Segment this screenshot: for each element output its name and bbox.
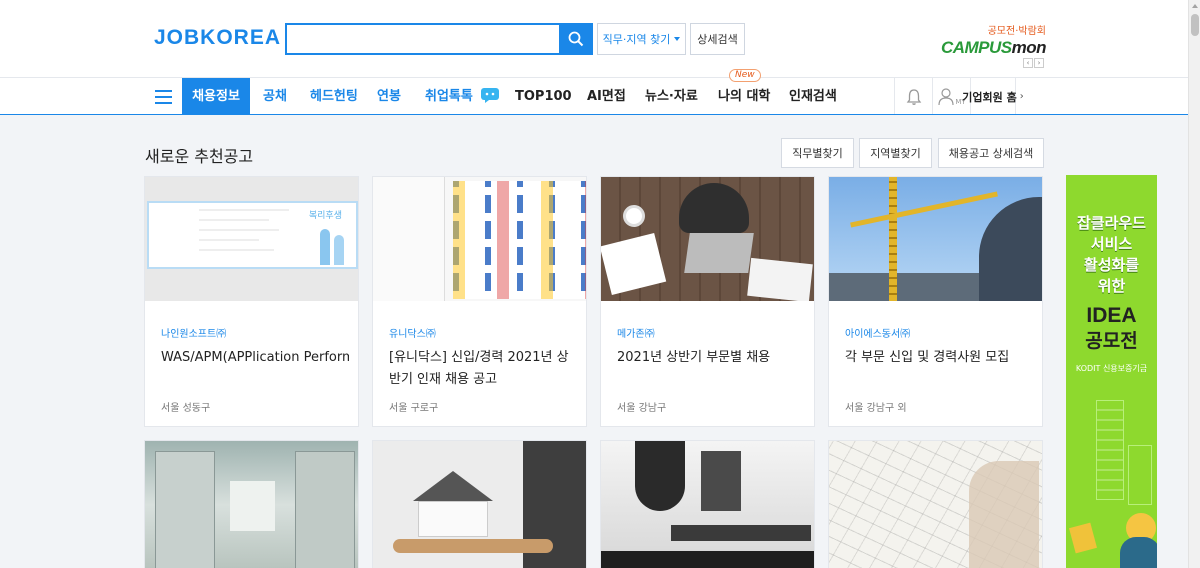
card-thumbnail: [373, 177, 586, 301]
job-card[interactable]: 유니닥스㈜ [유니닥스] 신입/경력 2021년 상반기 인재 채용 공고 서울…: [372, 176, 587, 427]
campus-sub-label: 공모전·박람회: [987, 26, 1046, 37]
company-name: 유니닥스㈜: [389, 329, 436, 340]
card-thumbnail: [145, 441, 358, 568]
section-title: 새로운 추천공고: [145, 147, 254, 166]
card-thumbnail: [829, 441, 1042, 568]
nav-item-top100[interactable]: TOP100: [515, 78, 572, 115]
ad-line: 위한: [1097, 277, 1126, 295]
scroll-up-icon[interactable]: [1192, 4, 1198, 8]
company-name: 아이에스동서㈜: [845, 329, 911, 340]
nav-divider: [0, 114, 1188, 115]
nav-item-talk-label: 취업톡톡: [425, 89, 473, 104]
card-thumbnail: [373, 441, 586, 568]
chevron-down-icon: [674, 37, 681, 41]
nav-item-open-recruit[interactable]: 공채: [263, 78, 287, 115]
job-card[interactable]: [372, 440, 587, 568]
new-badge: New: [729, 69, 761, 82]
detail-recruit-search-button[interactable]: 채용공고 상세검색: [938, 138, 1044, 168]
campusmon-logo: CAMPUSmon: [940, 38, 1047, 58]
bell-icon: [906, 88, 921, 105]
ad-org: KODIT 신용보증기금: [1075, 364, 1148, 373]
thumb-caption: 복리후생: [308, 211, 342, 221]
card-thumbnail: [601, 177, 814, 301]
nav-item-salary[interactable]: 연봉: [377, 78, 401, 115]
job-card[interactable]: 복리후생 나인원소프트㈜ WAS/APM(APPlication Perform…: [144, 176, 359, 427]
job-title: WAS/APM(APPlication Performance Monitori…: [161, 350, 349, 365]
detail-search-button[interactable]: 상세검색: [690, 23, 745, 55]
campus-brand-a: CAMPUS: [940, 38, 1012, 57]
job-card[interactable]: 아이에스동서㈜ 각 부문 신입 및 경력사원 모집 서울 강남구 외: [828, 176, 1043, 427]
job-location: 서울 강남구 외: [845, 403, 907, 414]
job-card[interactable]: [600, 440, 815, 568]
search-box: [285, 23, 593, 55]
search-button[interactable]: [559, 23, 593, 55]
header: JOBKOREA 직무·지역 찾기 상세검색 공모전·박람회 CAMPUSmon…: [0, 0, 1188, 77]
notification-button[interactable]: [894, 78, 932, 115]
ad-line: 활성화를: [1083, 256, 1140, 274]
card-thumbnail: [601, 441, 814, 568]
ad-line: 서비스: [1090, 235, 1133, 253]
job-title: [유니닥스] 신입/경력 2021년 상반기 인재 채용 공고: [389, 350, 569, 387]
card-thumbnail: [829, 177, 1042, 301]
chevron-right-icon[interactable]: ›: [1034, 58, 1044, 68]
hamburger-menu-icon[interactable]: [145, 78, 181, 115]
job-card[interactable]: [828, 440, 1043, 568]
campusmon-banner[interactable]: 공모전·박람회 CAMPUSmon ‹ ›: [940, 22, 1047, 70]
job-card[interactable]: [144, 440, 359, 568]
find-by-region-button[interactable]: 지역별찾기: [859, 138, 932, 168]
nav-item-recruit-info[interactable]: 채용정보: [182, 78, 250, 115]
ad-contest: 공모전: [1085, 330, 1138, 352]
job-location: 서울 구로구: [389, 403, 439, 414]
search-icon: [568, 31, 584, 47]
job-title: 각 부문 신입 및 경력사원 모집: [845, 350, 1010, 365]
find-by-job-button[interactable]: 직무별찾기: [781, 138, 854, 168]
job-location: 서울 성동구: [161, 403, 211, 414]
company-name: 메가존㈜: [617, 329, 655, 340]
nav-item-talk[interactable]: 취업톡톡: [425, 78, 500, 115]
job-card[interactable]: 메가존㈜ 2021년 상반기 부문별 채용 서울 강남구: [600, 176, 815, 427]
chevron-left-icon[interactable]: ‹: [1023, 58, 1033, 68]
chat-bubble-icon: [481, 87, 500, 103]
chevron-right-icon: ›: [1019, 91, 1024, 102]
scrollbar-thumb[interactable]: [1191, 14, 1199, 36]
nav-item-news[interactable]: 뉴스·자료: [645, 78, 698, 115]
vertical-scrollbar[interactable]: [1188, 0, 1200, 568]
campus-brand-b: mon: [1011, 38, 1047, 57]
nav-item-ai-interview[interactable]: AI면접: [587, 78, 626, 115]
job-region-find-label: 직무·지역 찾기: [602, 33, 671, 46]
search-input[interactable]: [287, 25, 557, 53]
main-nav: 채용정보 공채 헤드헌팅 연봉 취업톡톡 TOP100 AI면접 뉴스·자료 나…: [0, 77, 1188, 115]
company-name: 나인원소프트㈜: [161, 329, 227, 340]
job-region-find-button[interactable]: 직무·지역 찾기: [597, 23, 686, 55]
company-home-label: 기업회원 홈: [962, 90, 1017, 104]
ad-line: 잡클라우드: [1076, 214, 1146, 232]
nav-item-headhunting[interactable]: 헤드헌팅: [310, 78, 358, 115]
job-title: 2021년 상반기 부문별 채용: [617, 350, 771, 365]
nav-item-my-university[interactable]: 나의 대학: [718, 78, 770, 115]
banner-arrows: ‹ ›: [1023, 58, 1044, 68]
jobkorea-logo[interactable]: JOBKOREA: [154, 26, 281, 50]
side-banner-ad[interactable]: 잡클라우드 서비스 활성화를 위한 IDEA 공모전 KODIT 신용보증기금: [1066, 175, 1157, 568]
nav-item-talent-search[interactable]: 인재검색: [789, 78, 837, 115]
ad-idea: IDEA: [1086, 304, 1137, 327]
card-thumbnail: 복리후생: [145, 177, 358, 301]
company-home-button[interactable]: 기업회원 홈 ›: [962, 78, 1024, 115]
job-location: 서울 강남구: [617, 403, 667, 414]
